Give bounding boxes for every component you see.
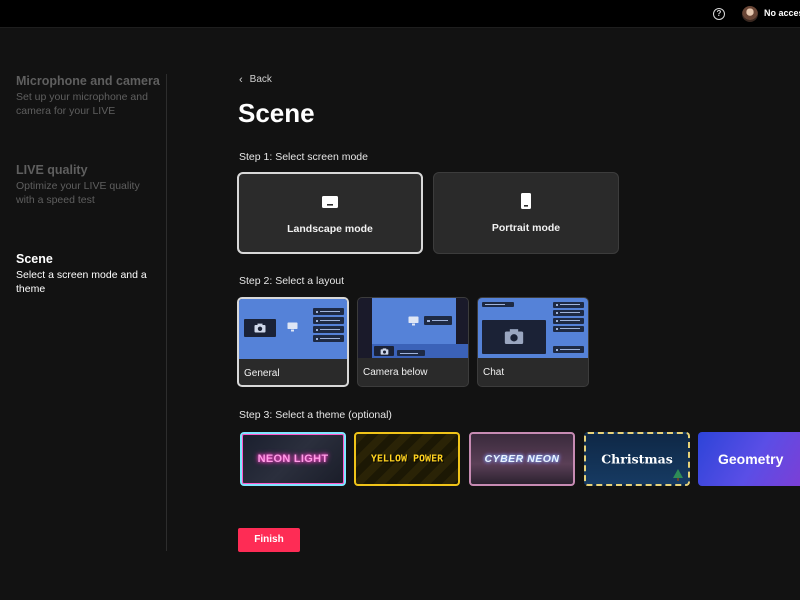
- chat-bar: [313, 317, 344, 324]
- camera-icon: [380, 348, 389, 355]
- landscape-screen-icon: [322, 196, 338, 208]
- chat-bar: [397, 350, 425, 356]
- layout-preview: [358, 298, 468, 358]
- sidebar-step-title: LIVE quality: [16, 163, 88, 177]
- sidebar-step-scene[interactable]: Scene Select a screen mode and a theme: [16, 252, 161, 296]
- step3-label: Step 3: Select a theme (optional): [239, 409, 392, 421]
- chat-bar: [313, 335, 344, 342]
- layout-card-chat[interactable]: Chat: [477, 297, 589, 387]
- theme-card-geometry[interactable]: Geometry: [698, 432, 800, 486]
- chat-bar: [482, 302, 514, 307]
- theme-card-yellow-power[interactable]: YELLOW POWER: [354, 432, 460, 486]
- layout-label: General: [244, 368, 280, 379]
- chat-bar: [424, 316, 452, 325]
- back-label: Back: [249, 74, 272, 85]
- camera-icon: [504, 329, 524, 344]
- theme-label: Geometry: [718, 451, 784, 467]
- top-bar: ? No access: [0, 0, 800, 28]
- sidebar-divider: [166, 74, 167, 551]
- layout-preview: [239, 299, 347, 359]
- finish-button[interactable]: Finish: [238, 528, 300, 552]
- theme-label: CYBER NEON: [484, 453, 560, 465]
- step2-label: Step 2: Select a layout: [239, 275, 345, 287]
- sidebar-step-title: Scene: [16, 252, 53, 266]
- landscape-mode-card[interactable]: Landscape mode: [237, 172, 423, 254]
- sidebar-step-microphone[interactable]: Microphone and camera Set up your microp…: [16, 74, 161, 118]
- mode-label: Portrait mode: [491, 222, 561, 234]
- theme-card-cyber-neon[interactable]: CYBER NEON: [469, 432, 575, 486]
- theme-label: YELLOW POWER: [370, 453, 444, 465]
- chat-bar: [553, 346, 584, 353]
- layout-preview: [478, 298, 588, 358]
- sidebar-step-desc: Optimize your LIVE quality with a speed …: [16, 180, 140, 206]
- theme-card-christmas[interactable]: Christmas: [584, 432, 690, 486]
- sidebar-step-title: Microphone and camera: [16, 74, 160, 88]
- layout-card-camera-below[interactable]: Camera below: [357, 297, 469, 387]
- tree-icon: [673, 469, 683, 481]
- camera-icon: [254, 323, 266, 333]
- sidebar-step-live-quality[interactable]: LIVE quality Optimize your LIVE quality …: [16, 163, 161, 207]
- portrait-screen-icon: [521, 193, 531, 209]
- layout-card-general[interactable]: General: [237, 297, 349, 387]
- account-label[interactable]: No access: [764, 8, 800, 18]
- back-button[interactable]: ‹ Back: [239, 74, 272, 85]
- page-title: Scene: [238, 98, 315, 128]
- portrait-mode-card[interactable]: Portrait mode: [433, 172, 619, 254]
- chat-bar: [553, 310, 584, 316]
- chevron-left-icon: ‹: [239, 73, 243, 86]
- chat-bar: [553, 326, 584, 332]
- chat-bar: [553, 302, 584, 308]
- sidebar-step-desc: Select a screen mode and a theme: [16, 269, 147, 295]
- sidebar-step-desc: Set up your microphone and camera for yo…: [16, 91, 148, 117]
- theme-label: Christmas: [601, 451, 673, 467]
- step1-label: Step 1: Select screen mode: [239, 151, 368, 163]
- question-circle-icon[interactable]: ?: [713, 8, 725, 20]
- monitor-icon: [408, 316, 419, 326]
- chat-bar: [553, 318, 584, 324]
- theme-label: NEON LIGHT: [257, 453, 329, 465]
- chat-bar: [313, 326, 344, 333]
- monitor-icon: [287, 322, 298, 332]
- layout-label: Camera below: [363, 367, 428, 378]
- theme-card-neon-light[interactable]: NEON LIGHT: [240, 432, 346, 486]
- layout-label: Chat: [483, 367, 505, 378]
- chat-bar: [313, 308, 344, 315]
- avatar[interactable]: [742, 6, 758, 22]
- mode-label: Landscape mode: [287, 223, 373, 235]
